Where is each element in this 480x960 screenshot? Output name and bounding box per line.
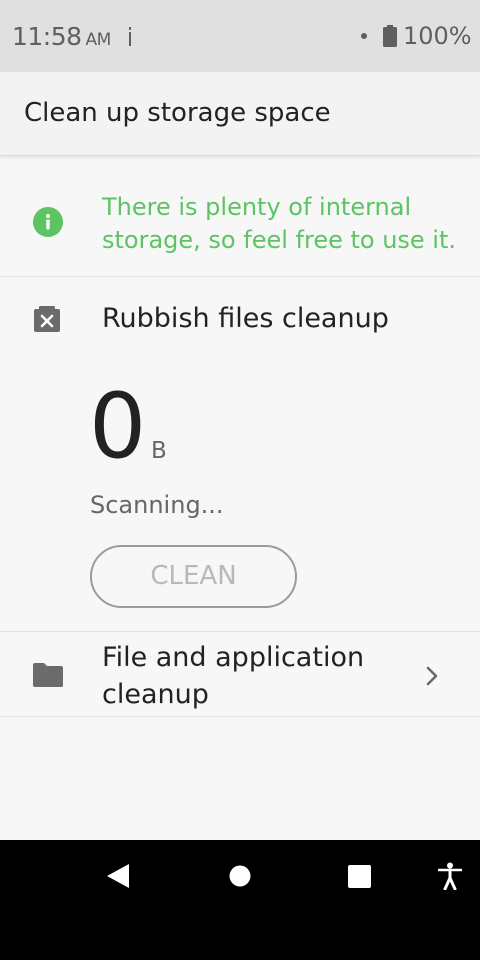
storage-info-message: There is plenty of internal storage, so … (102, 193, 457, 254)
notification-icon (129, 27, 131, 46)
clean-button[interactable]: CLEAN (90, 545, 297, 608)
home-icon[interactable] (229, 865, 251, 887)
time-ampm: AM (85, 30, 112, 50)
rubbish-size-value: 0 (89, 374, 147, 479)
notification-dot-icon (361, 33, 367, 39)
folder-icon (33, 663, 63, 687)
time-text: 11:58 (12, 22, 82, 51)
rubbish-size-unit: B (151, 438, 167, 464)
chevron-right-icon (426, 666, 438, 686)
navigation-bar (0, 840, 480, 960)
scan-status: Scanning... (90, 491, 224, 519)
battery-percent: 100% (403, 22, 472, 50)
rubbish-cleanup-title: Rubbish files cleanup (102, 303, 389, 334)
battery-icon (383, 25, 397, 47)
recents-icon[interactable] (348, 865, 371, 888)
storage-info-banner: There is plenty of internal storage, so … (0, 157, 480, 277)
accessibility-icon[interactable] (438, 862, 462, 890)
status-time: 11:58 AM (12, 22, 111, 51)
close-box-icon (34, 306, 60, 332)
info-icon (33, 207, 63, 237)
page-title: Clean up storage space (24, 98, 331, 128)
status-bar: 11:58 AM 100% (0, 0, 480, 72)
rubbish-cleanup-section: Rubbish files cleanup 0 B Scanning... CL… (0, 277, 480, 631)
app-bar: Clean up storage space (0, 72, 480, 156)
file-app-cleanup-row[interactable]: File and application cleanup (0, 631, 480, 717)
file-app-cleanup-title: File and application cleanup (102, 642, 365, 710)
back-icon[interactable] (106, 863, 130, 889)
